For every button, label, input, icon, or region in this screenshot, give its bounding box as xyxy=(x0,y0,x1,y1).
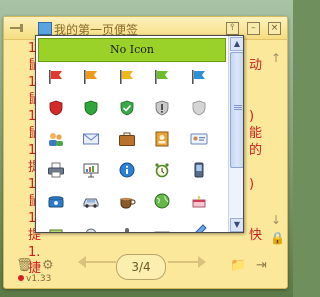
car-icon[interactable] xyxy=(80,190,102,212)
note-line-end: 的 xyxy=(249,143,263,158)
mobile-phone-icon[interactable] xyxy=(188,159,210,181)
note-line-end: 快 xyxy=(249,228,263,243)
export-icon[interactable]: ⇥ xyxy=(256,258,267,273)
no-icon-button[interactable]: No Icon xyxy=(38,38,226,62)
globe-icon[interactable] xyxy=(151,190,173,212)
next-page-arrow[interactable] xyxy=(168,256,206,268)
alarm-clock-icon[interactable] xyxy=(151,159,173,181)
flag-amber-icon[interactable] xyxy=(116,66,138,88)
misc-icon[interactable] xyxy=(45,221,67,232)
version-label: v1.33 xyxy=(18,274,51,284)
scroll-down-arrow-icon[interactable]: ↓ xyxy=(271,213,281,227)
pin-toggle-icon[interactable]: ⫯ xyxy=(225,22,239,35)
tool-icon[interactable] xyxy=(80,221,102,232)
note-line-end: ) xyxy=(249,109,255,124)
scroll-down-button[interactable]: ▼ xyxy=(230,218,243,232)
shield-green-icon[interactable] xyxy=(80,97,102,119)
shield-red-icon[interactable] xyxy=(45,97,67,119)
note-footer: 🗑 ⚙ 3/4 📁 ⇥ v1.33 xyxy=(4,246,287,288)
scroll-up-button[interactable]: ▲ xyxy=(230,37,243,51)
page-indicator: 3/4 xyxy=(116,254,166,280)
note-line-end: ) xyxy=(249,177,255,192)
trash-icon[interactable]: 🗑 xyxy=(16,258,33,273)
id-card-icon[interactable] xyxy=(188,128,210,150)
telephone-icon[interactable] xyxy=(45,190,67,212)
close-icon[interactable]: × xyxy=(268,22,281,35)
users-icon[interactable] xyxy=(45,128,67,150)
mail-icon[interactable] xyxy=(80,128,102,150)
scroll-thumb[interactable] xyxy=(230,52,243,168)
pin-icon[interactable] xyxy=(10,24,24,32)
microphone-icon[interactable] xyxy=(116,221,138,232)
info-icon[interactable] xyxy=(116,159,138,181)
keyboard-icon[interactable] xyxy=(151,221,173,232)
note-line-end: 动 xyxy=(249,58,263,73)
lock-icon[interactable]: 🔒 xyxy=(270,231,285,245)
shield-gray-icon[interactable] xyxy=(188,97,210,119)
coffee-cup-icon[interactable] xyxy=(116,190,138,212)
flag-blue-icon[interactable] xyxy=(188,66,210,88)
flag-red-icon[interactable] xyxy=(45,66,67,88)
shield-check-icon[interactable] xyxy=(116,97,138,119)
pen-icon[interactable] xyxy=(188,221,210,232)
contact-book-icon[interactable] xyxy=(151,128,173,150)
flag-green-icon[interactable] xyxy=(151,66,173,88)
previous-page-arrow[interactable] xyxy=(78,256,116,268)
flag-orange-icon[interactable] xyxy=(80,66,102,88)
shield-warning-icon[interactable] xyxy=(151,97,173,119)
note-flag-icon[interactable] xyxy=(38,22,52,35)
cake-icon[interactable] xyxy=(188,190,210,212)
icon-picker-popup: No Icon ▲ ▼ xyxy=(35,35,244,233)
presentation-icon[interactable] xyxy=(80,159,102,181)
note-line-end: 能 xyxy=(249,126,263,141)
scroll-up-arrow-icon[interactable]: ↑ xyxy=(271,51,281,65)
minimize-icon[interactable]: – xyxy=(246,22,260,35)
picker-scrollbar[interactable]: ▲ ▼ xyxy=(228,36,243,232)
printer-icon[interactable] xyxy=(45,159,67,181)
settings-icon[interactable]: ⚙ xyxy=(42,258,54,273)
folder-icon[interactable]: 📁 xyxy=(230,258,246,273)
briefcase-icon[interactable] xyxy=(116,128,138,150)
status-dot-icon xyxy=(18,275,24,281)
